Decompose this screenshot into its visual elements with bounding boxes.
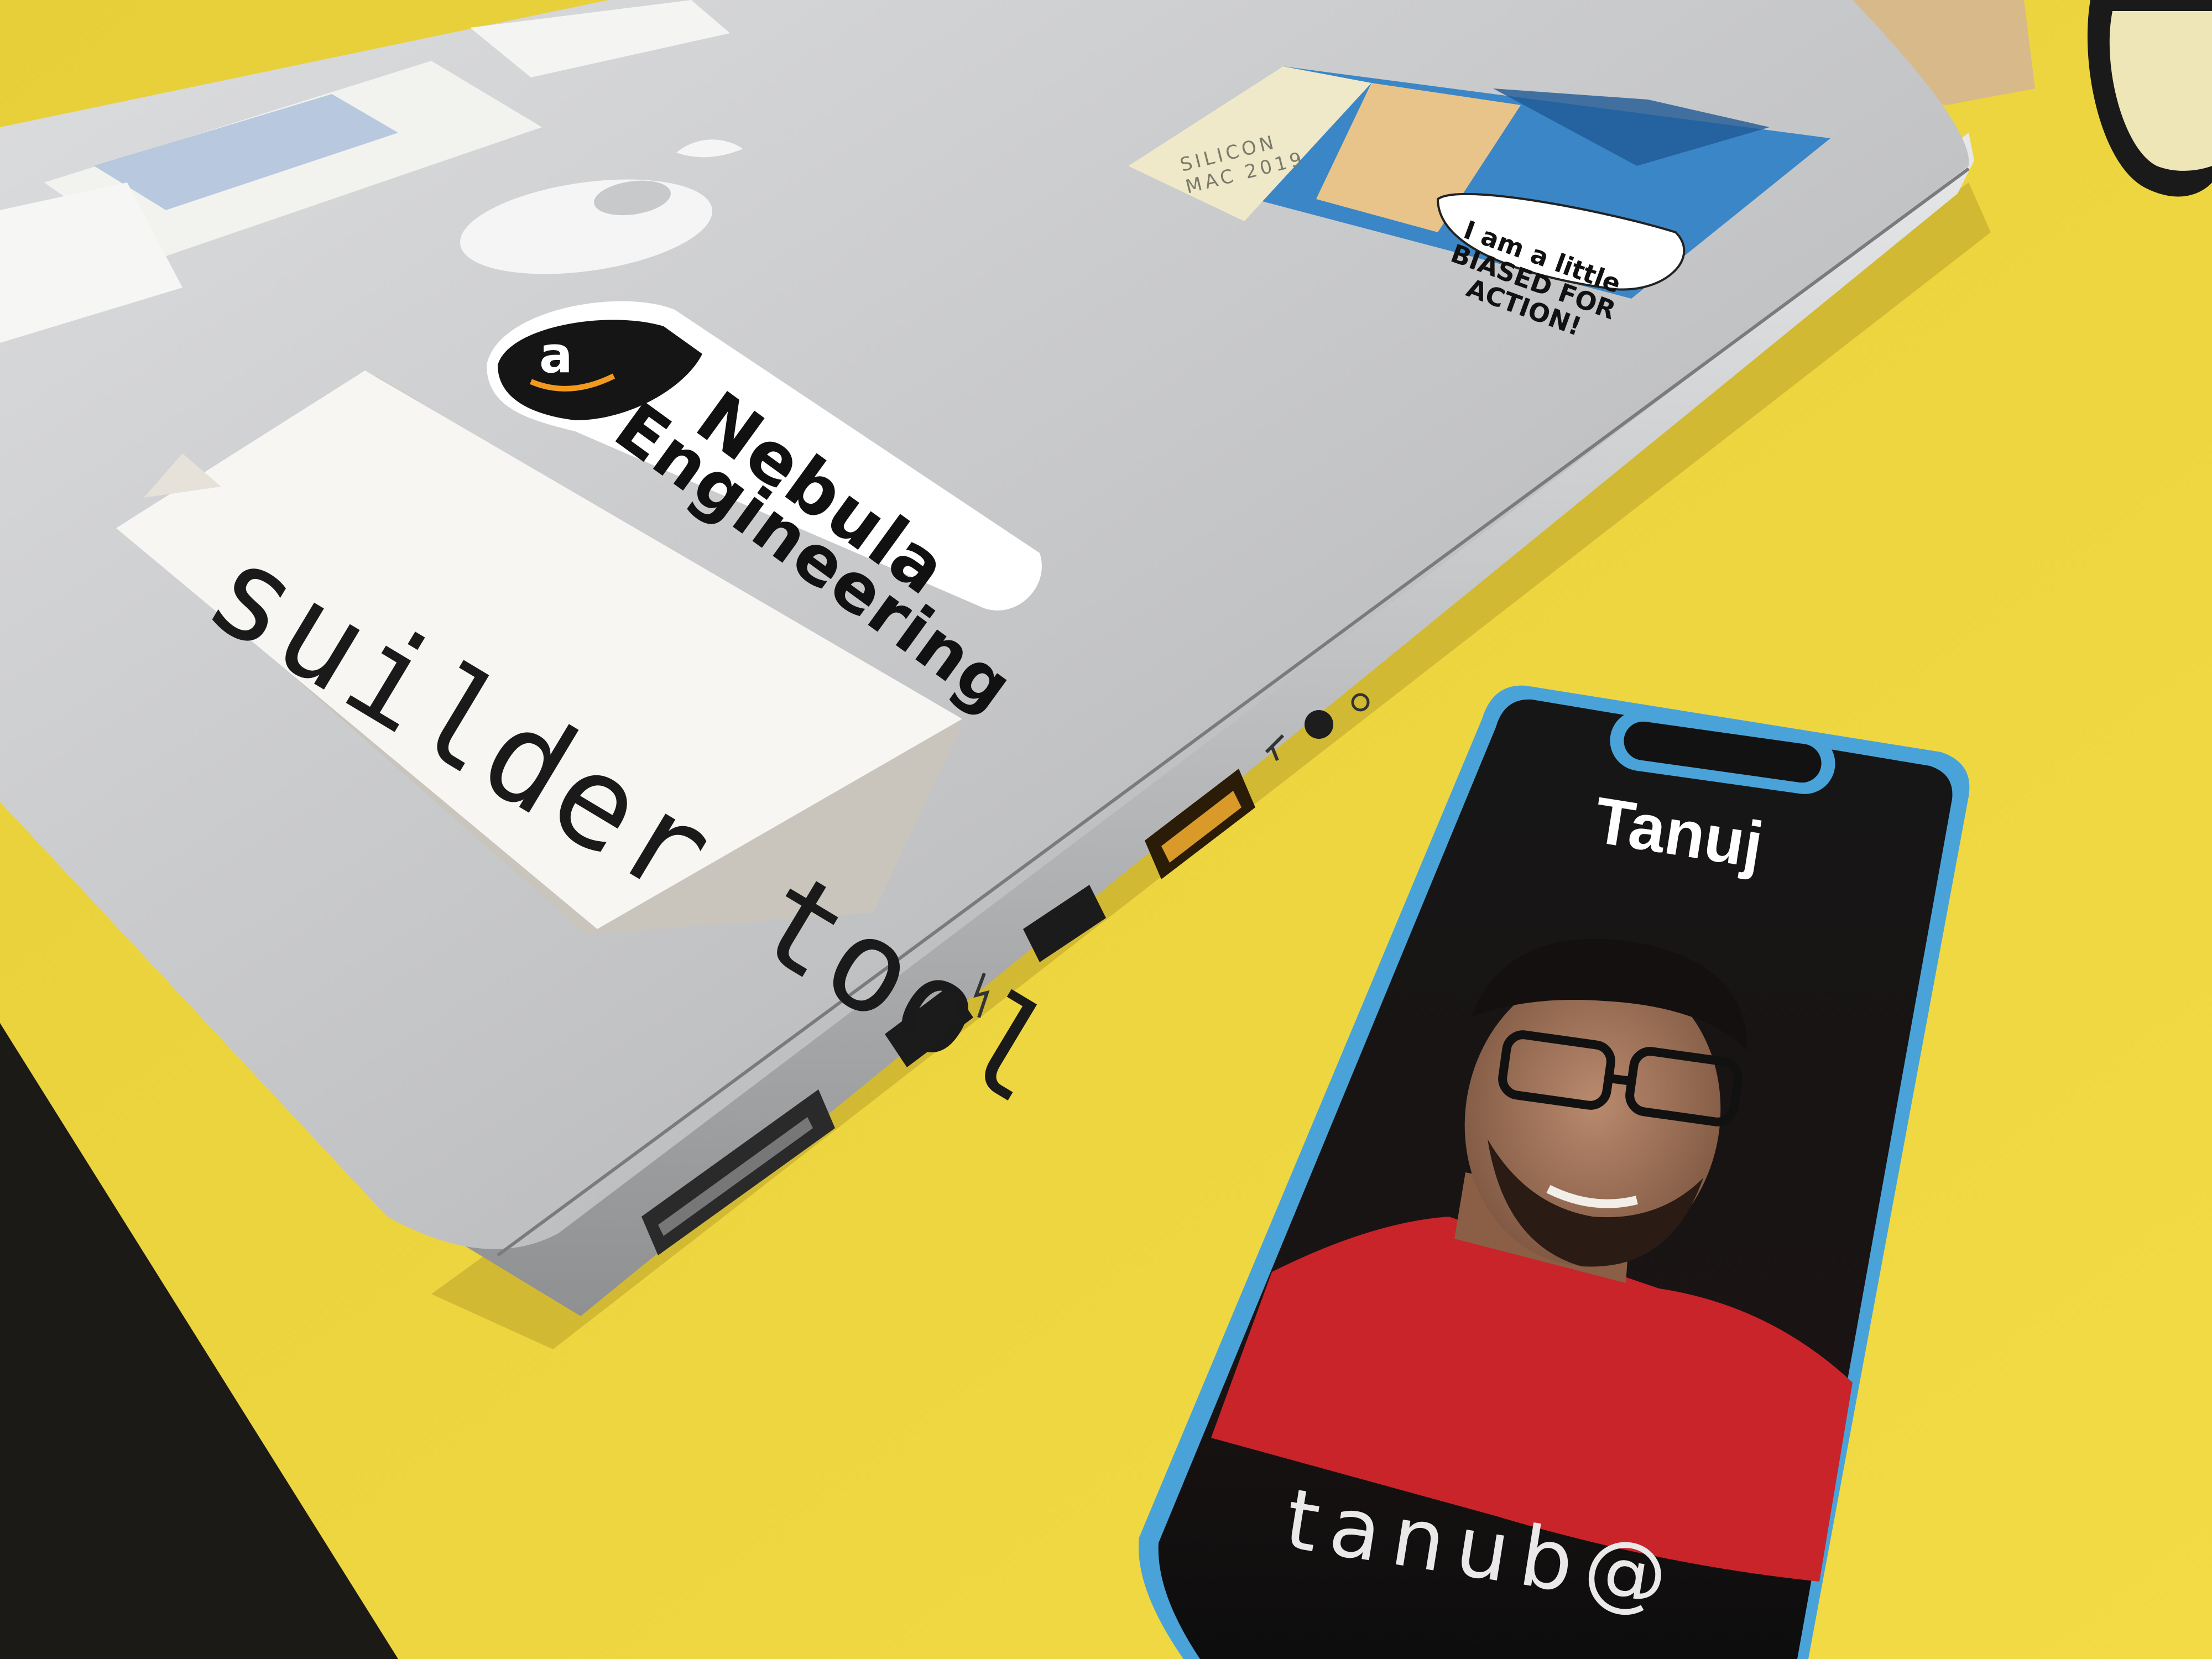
scene: [0, 0, 2212, 1659]
headphone-jack: [1305, 710, 1333, 739]
sticker-aws-logo: a: [539, 326, 573, 384]
